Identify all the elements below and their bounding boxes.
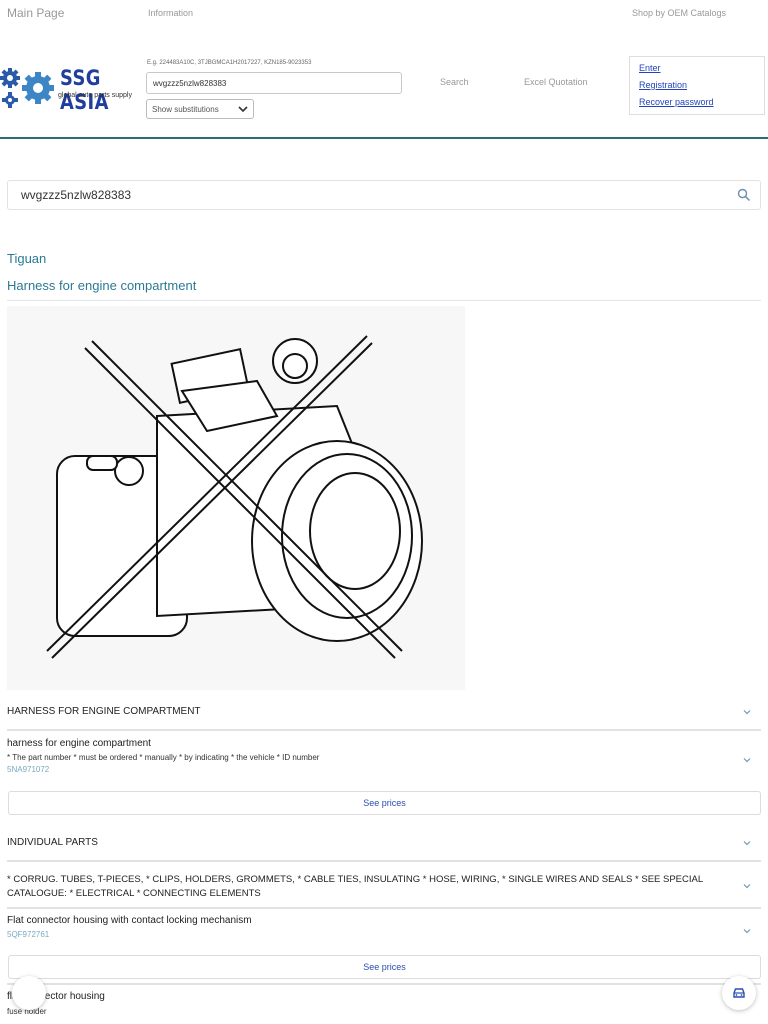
no-image-illustration: [7, 306, 465, 690]
top-nav: Main Page Information Shop by OEM Catalo…: [0, 0, 768, 28]
part-name: flat connector housing: [7, 991, 105, 1002]
header-search-input[interactable]: [146, 72, 402, 94]
vin-search-input[interactable]: wvgzzz5nzlw828383: [7, 180, 761, 210]
gears-icon: [0, 68, 54, 108]
logo-tagline: global auto parts supply: [58, 92, 132, 99]
part-name: Flat connector housing with contact lock…: [7, 915, 252, 926]
garage-button[interactable]: [722, 976, 756, 1010]
logo-brand: SSG ASIA: [60, 66, 109, 114]
chevron-down-icon[interactable]: [743, 708, 751, 716]
see-prices-button[interactable]: See prices: [8, 791, 761, 815]
parts-group-title: Harness for engine compartment: [7, 278, 197, 293]
logo[interactable]: SSG ASIA global auto parts supply: [0, 64, 145, 114]
floating-action-button[interactable]: [12, 976, 46, 1010]
excel-quotation-button[interactable]: Excel Quotation: [524, 77, 588, 87]
divider: [7, 983, 761, 985]
vehicle-model[interactable]: Tiguan: [7, 251, 46, 266]
vin-search-value: wvgzzz5nzlw828383: [21, 188, 132, 202]
see-prices-button[interactable]: See prices: [8, 955, 761, 979]
list-item[interactable]: flat connector housing fuse holder: [7, 991, 761, 1018]
section-description: * CORRUG. TUBES, T-PIECES, * CLIPS, HOLD…: [7, 874, 703, 899]
nav-information[interactable]: Information: [148, 8, 193, 18]
no-image-icon: [46, 335, 423, 659]
search-button[interactable]: Search: [440, 77, 469, 87]
car-icon: [733, 988, 745, 998]
auth-panel: Enter Registration Recover password: [629, 56, 765, 115]
section-title: HARNESS FOR ENGINE COMPARTMENT: [7, 706, 201, 717]
divider: [7, 907, 761, 909]
list-item[interactable]: Flat connector housing with contact lock…: [7, 915, 761, 939]
part-name: harness for engine compartment: [7, 738, 151, 749]
chevron-down-icon[interactable]: [743, 756, 751, 764]
substitutions-select[interactable]: Show substitutions: [146, 99, 254, 119]
list-item[interactable]: * CORRUG. TUBES, T-PIECES, * CLIPS, HOLD…: [7, 873, 761, 901]
part-number[interactable]: 5NA971072: [7, 765, 761, 774]
registration-link[interactable]: Registration: [639, 80, 687, 90]
divider: [7, 729, 761, 731]
part-description: * The part number * must be ordered * ma…: [7, 753, 320, 762]
divider: [7, 860, 761, 862]
nav-main-page[interactable]: Main Page: [7, 6, 64, 20]
site-header: SSG ASIA global auto parts supply E.g. 2…: [0, 28, 768, 139]
part-description: fuse holder: [7, 1007, 47, 1016]
section-individual-parts-header[interactable]: INDIVIDUAL PARTS: [7, 837, 761, 848]
enter-link[interactable]: Enter: [639, 63, 661, 73]
chevron-down-icon[interactable]: [743, 882, 751, 890]
nav-oem-catalogs[interactable]: Shop by OEM Catalogs: [632, 8, 726, 18]
part-number[interactable]: 5QF972761: [7, 930, 761, 939]
list-item[interactable]: harness for engine compartment * The par…: [7, 738, 761, 774]
divider: [7, 300, 761, 301]
section-harness-header[interactable]: HARNESS FOR ENGINE COMPARTMENT: [7, 706, 761, 717]
chevron-down-icon: [238, 106, 248, 112]
recover-password-link[interactable]: Recover password: [639, 97, 714, 107]
substitutions-label: Show substitutions: [152, 104, 219, 114]
section-title: INDIVIDUAL PARTS: [7, 837, 98, 848]
search-icon[interactable]: [737, 188, 751, 202]
chevron-down-icon[interactable]: [743, 927, 751, 935]
chevron-down-icon[interactable]: [743, 839, 751, 847]
search-hint: E.g. 224483A10C, 3TJBGMCA1H2017227, KZN1…: [147, 60, 312, 66]
